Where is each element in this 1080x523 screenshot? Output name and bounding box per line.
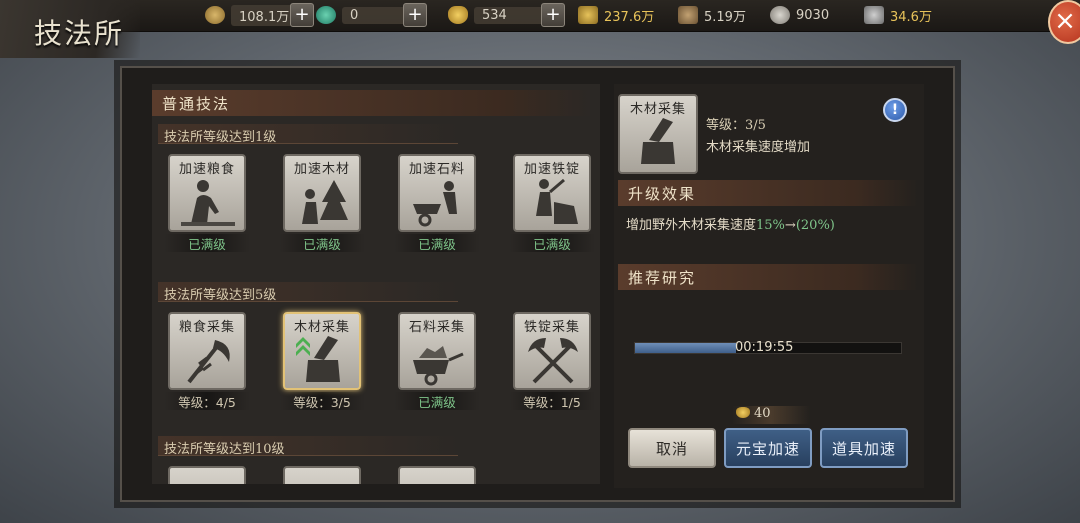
normal-tech-header: 普通技法 <box>152 90 592 116</box>
upgrade-effect-header: 升级效果 <box>618 180 918 206</box>
tech-description: 木材采集速度增加 <box>706 140 811 155</box>
info-button[interactable]: ! <box>883 98 907 122</box>
stone-resource: 9030 <box>770 4 829 26</box>
jade-value: 0 <box>342 6 412 24</box>
jade-resource: 0 <box>316 4 412 26</box>
tech-status: 已满级 <box>509 234 595 252</box>
close-button[interactable]: × <box>1048 0 1080 44</box>
tech-card-food-gather[interactable]: 粮食采集 <box>168 312 246 390</box>
effect-arrow: → <box>784 218 796 233</box>
effect-current: 15% <box>756 218 785 233</box>
copper-value: 108.1万 <box>231 4 298 26</box>
recommend-research-header: 推荐研究 <box>618 264 918 290</box>
grain-icon <box>578 6 598 24</box>
page-title: 技法所 <box>34 17 125 50</box>
tech-status: 已满级 <box>394 234 480 252</box>
grain-resource: 237.6万 <box>578 4 654 26</box>
gold-ingot-icon <box>736 407 750 418</box>
research-progress-bar: 00:19:55 <box>634 340 902 355</box>
upgrade-effect-text: 增加野外木材采集速度15%→(20%) <box>626 214 835 233</box>
effect-next: (20%) <box>795 218 835 233</box>
tech-status: 等级：1/5 <box>509 392 595 410</box>
stone-cart-icon <box>413 346 464 386</box>
tech-card-label: 石料采集 <box>408 320 465 335</box>
tech-card-speed-stone[interactable]: 加速石料 <box>398 154 476 232</box>
gold-value: 534 <box>474 6 546 24</box>
tech-status: 已满级 <box>279 234 365 252</box>
wood-resource: 5.19万 <box>678 4 746 26</box>
tech-card-speed-wood[interactable]: 加速木材 <box>283 154 361 232</box>
add-copper-button[interactable]: + <box>290 3 314 27</box>
copper-coin-icon <box>205 6 225 24</box>
tech-card-wood-gather[interactable]: 木材采集 <box>283 312 361 390</box>
sickle-grain-icon <box>187 340 230 384</box>
cancel-button[interactable]: 取消 <box>628 428 716 468</box>
section-title-level5: 技法所等级达到5级 <box>158 282 458 303</box>
wood-value: 5.19万 <box>704 9 746 25</box>
wheelbarrow-icon <box>413 181 457 227</box>
tech-detail-panel: 木材采集 等级：3/5 木材采集速度增加 ! 升级效果 增加野外木材采集速度15… <box>614 84 924 488</box>
effect-description: 增加野外木材采集速度 <box>626 218 757 233</box>
tech-status: 等级：4/5 <box>164 392 250 410</box>
tech-card-label: 铁锭采集 <box>523 320 580 335</box>
tech-card-partial[interactable] <box>398 466 476 484</box>
axe-stump-icon <box>641 118 675 164</box>
speedup-cost-value: 40 <box>754 406 771 421</box>
selected-tech-card: 木材采集 <box>618 94 698 174</box>
tech-card-speed-iron[interactable]: 加速铁锭 <box>513 154 591 232</box>
tech-card-iron-gather[interactable]: 铁锭采集 <box>513 312 591 390</box>
tech-level: 等级：3/5 <box>706 118 766 133</box>
add-gold-button[interactable]: + <box>541 3 565 27</box>
tech-card-label: 加速石料 <box>408 162 465 177</box>
tech-status: 已满级 <box>394 392 480 410</box>
tech-card-label: 加速粮食 <box>178 162 235 177</box>
jade-icon <box>316 6 336 24</box>
tech-card-stone-gather[interactable]: 石料采集 <box>398 312 476 390</box>
gold-resource: 534 <box>448 4 546 26</box>
tech-card-label: 加速木材 <box>293 162 350 177</box>
copper-resource: 108.1万 <box>205 4 298 26</box>
wood-icon <box>678 6 698 24</box>
miner-icon <box>536 178 578 224</box>
tech-status: 已满级 <box>164 234 250 252</box>
tech-card-partial[interactable] <box>283 466 361 484</box>
pickaxe-icon <box>528 338 578 384</box>
tech-list-panel[interactable]: 普通技法 技法所等级达到1级 加速粮食 已满级 加速木材 已满级 加速石料 已满… <box>152 84 600 484</box>
farmer-icon <box>181 180 235 226</box>
progress-time: 00:19:55 <box>735 340 794 355</box>
speedup-cost: 40 <box>732 406 810 424</box>
tech-card-label: 粮食采集 <box>178 320 235 335</box>
grain-value: 237.6万 <box>604 9 655 25</box>
progress-fill <box>635 343 737 353</box>
tech-card-partial[interactable] <box>168 466 246 484</box>
tech-card-speed-food[interactable]: 加速粮食 <box>168 154 246 232</box>
stone-value: 9030 <box>796 7 830 23</box>
iron-resource: 34.6万 <box>864 4 932 26</box>
add-jade-button[interactable]: + <box>403 3 427 27</box>
chevron-up-icon <box>296 337 310 356</box>
stone-icon <box>770 6 790 24</box>
item-speedup-button[interactable]: 道具加速 <box>820 428 908 468</box>
gold-ingot-icon <box>448 6 468 24</box>
tech-status: 等级：3/5 <box>279 392 365 410</box>
section-title-level1: 技法所等级达到1级 <box>158 124 458 145</box>
selected-tech-label: 木材采集 <box>629 102 686 117</box>
tech-window: 普通技法 技法所等级达到1级 加速粮食 已满级 加速木材 已满级 加速石料 已满… <box>120 66 955 502</box>
iron-icon <box>864 6 884 24</box>
ingot-speedup-button[interactable]: 元宝加速 <box>724 428 812 468</box>
lumberjack-icon <box>302 180 348 224</box>
tech-card-label: 木材采集 <box>293 320 350 335</box>
iron-value: 34.6万 <box>890 9 932 25</box>
resource-bar: 108.1万 + 0 + 534 + 237.6万 5.19万 9030 34.… <box>0 0 1080 32</box>
tech-card-label: 加速铁锭 <box>523 162 580 177</box>
section-title-level10: 技法所等级达到10级 <box>158 436 458 457</box>
